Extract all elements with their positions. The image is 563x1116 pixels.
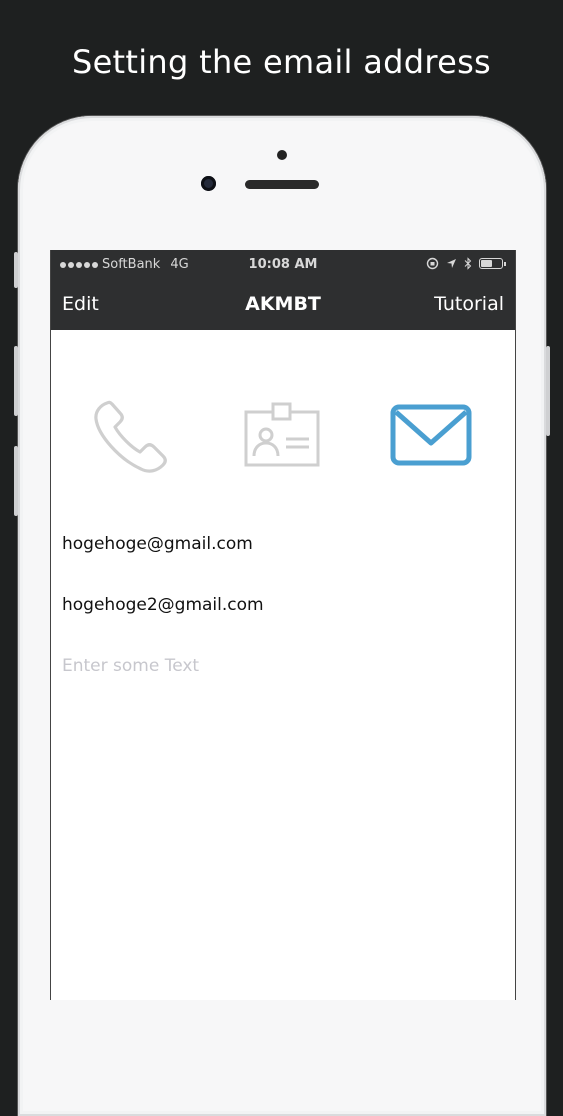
front-camera <box>201 176 216 191</box>
side-button <box>14 252 18 288</box>
screenshot-headline: Setting the email address <box>71 43 492 81</box>
status-bar: SoftBank 4G 10:08 AM <box>51 250 515 280</box>
list-item[interactable]: hogehoge@gmail.com <box>62 534 253 554</box>
status-right <box>426 257 506 270</box>
location-arrow-icon <box>447 259 456 268</box>
segment-phone[interactable] <box>91 395 175 481</box>
volume-up-button <box>14 346 18 416</box>
list-item[interactable]: hogehoge2@gmail.com <box>62 595 264 615</box>
id-card-icon <box>244 402 320 467</box>
segment-id-card[interactable] <box>243 402 321 472</box>
proximity-sensor <box>277 150 287 160</box>
contact-type-selector <box>51 330 515 510</box>
earpiece-speaker <box>245 180 319 189</box>
segment-email[interactable] <box>390 404 472 470</box>
phone-icon <box>94 400 167 473</box>
app-screen: SoftBank 4G 10:08 AM Edit AKMBT Tutorial <box>50 250 516 1000</box>
navigation-bar: Edit AKMBT Tutorial <box>51 280 515 330</box>
tutorial-button[interactable]: Tutorial <box>434 293 504 315</box>
orientation-lock-icon <box>426 257 439 270</box>
battery-icon <box>479 258 506 269</box>
power-button <box>546 346 550 436</box>
new-email-input[interactable] <box>62 656 482 676</box>
envelope-icon <box>390 404 472 466</box>
bluetooth-icon <box>464 257 472 270</box>
volume-down-button <box>14 446 18 516</box>
